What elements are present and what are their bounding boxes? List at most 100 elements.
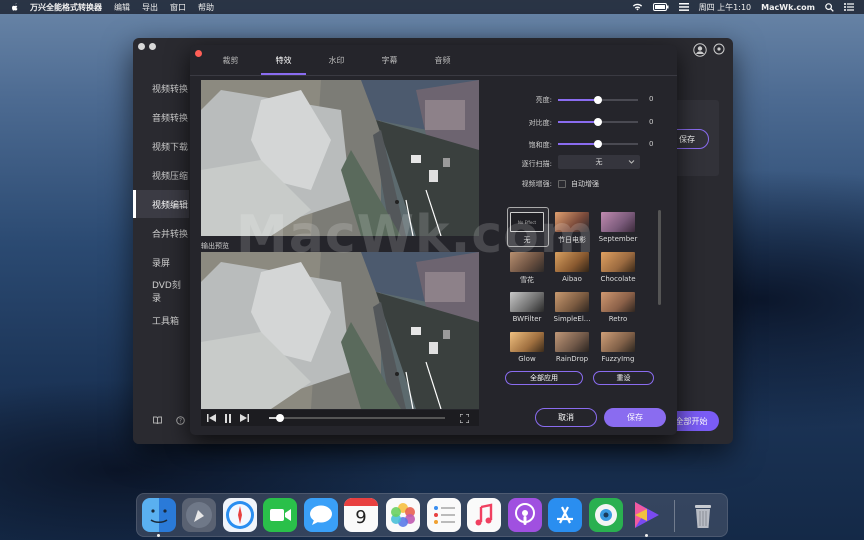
filter-holiday-movie[interactable]: 节日电影 [552,212,592,245]
tab-audio[interactable]: 音频 [416,45,469,75]
menu-export[interactable]: 导出 [142,2,158,13]
window-controls [138,43,156,50]
sidebar-item-video-download[interactable]: 视频下载 [133,132,189,160]
saturation-value: 0 [649,140,654,148]
menu-help[interactable]: 帮助 [198,2,214,13]
auto-enhance-checkbox[interactable] [558,180,566,188]
launchpad-icon[interactable] [182,498,216,532]
brightness-slider[interactable] [558,96,638,104]
podcasts-icon[interactable] [508,498,542,532]
filter-september[interactable]: September [598,212,638,243]
video-edit-dialog: 裁剪 特效 水印 字幕 音频 输出预览 亮度: 0 对比度: 0 饱和度: 0 … [190,45,677,435]
filter-list-scrollbar[interactable] [658,210,661,305]
filter-raindrop[interactable]: RainDrop [552,332,592,363]
filter-name: 无 [523,236,531,244]
camera-app-icon[interactable] [589,498,623,532]
filter-chocolate[interactable]: Chocolate [598,252,638,283]
filter-retro[interactable]: Retro [598,292,638,323]
filter-thumb [555,332,589,352]
filter-aibao[interactable]: Aibao [552,252,592,283]
menu-list-icon[interactable] [844,3,854,11]
brightness-value: 0 [649,95,654,103]
filter-thumb [510,252,544,272]
menu-site: MacWk.com [761,2,815,12]
brightness-slider-handle[interactable] [594,96,602,104]
filter-name: Aibao [562,275,582,283]
pause-icon[interactable] [224,413,232,423]
sidebar-item-video-edit[interactable]: 视频编辑 [133,190,189,218]
filter-thumb [510,292,544,312]
sidebar-item-video-convert[interactable]: 视频转换 [133,74,189,102]
filter-bwfilter[interactable]: BWFilter [507,292,547,323]
wifi-icon[interactable] [632,3,643,11]
filter-thumb [510,332,544,352]
sidebar-item-toolbox[interactable]: 工具箱 [133,306,189,334]
book-icon[interactable] [153,416,162,424]
converter-icon[interactable] [629,498,663,532]
menu-clock[interactable]: 周四 上午1:10 [699,2,752,13]
app-store-icon[interactable] [548,498,582,532]
sidebar-item-video-compress[interactable]: 视频压缩 [133,161,189,189]
control-center-icon[interactable] [678,3,689,11]
sidebar-item-merge-convert[interactable]: 合并转换 [133,219,189,247]
facetime-icon[interactable] [263,498,297,532]
playback-scrubber-handle[interactable] [276,414,284,422]
filter-simpleelegant[interactable]: SimpleEl... [552,292,592,323]
sidebar-item-audio-convert[interactable]: 音频转换 [133,103,189,131]
next-frame-icon[interactable] [240,414,249,422]
enhance-label: 视频增强: [521,180,552,188]
apply-all-button[interactable]: 全部应用 [505,371,583,385]
message-icon[interactable] [713,43,725,55]
battery-icon[interactable] [652,3,669,11]
menu-bar: 万兴全能格式转换器 编辑 导出 窗口 帮助 周四 上午1:10 MacWk.co… [0,0,864,14]
previous-frame-icon[interactable] [207,414,216,422]
playback-controls [201,410,479,426]
contrast-slider[interactable] [558,118,638,126]
filter-snowflake[interactable]: 雪花 [507,252,547,285]
playback-progress-track[interactable] [269,414,445,422]
messages-icon[interactable] [304,498,338,532]
cancel-button[interactable]: 取消 [535,408,597,427]
finder-icon[interactable] [142,498,176,532]
apple-icon[interactable] [10,2,20,12]
window-minimize-button[interactable] [149,43,156,50]
filter-thumb [601,332,635,352]
contrast-slider-handle[interactable] [594,118,602,126]
saturation-slider[interactable] [558,140,638,148]
menu-edit[interactable]: 编辑 [114,2,130,13]
dock: 9 [136,493,728,537]
window-close-button[interactable] [138,43,145,50]
menu-app-name[interactable]: 万兴全能格式转换器 [30,2,102,13]
window-top-icons [693,43,725,57]
tab-crop[interactable]: 裁剪 [204,45,257,75]
account-icon[interactable] [693,43,707,57]
help-icon[interactable]: ? [176,416,185,425]
filter-fuzzyimg[interactable]: FuzzyImg [598,332,638,363]
contrast-label: 对比度: [528,119,552,127]
saturation-slider-handle[interactable] [594,140,602,148]
deinterlace-select[interactable]: 无 [558,155,640,169]
trash-icon[interactable] [686,498,720,532]
safari-icon[interactable] [223,498,257,532]
save-button[interactable]: 保存 [604,408,666,427]
search-icon[interactable] [825,2,834,12]
filter-name: SimpleEl... [553,315,591,323]
menu-window[interactable]: 窗口 [170,2,186,13]
filter-none[interactable]: No Effect 无 [507,212,547,245]
tab-effects[interactable]: 特效 [257,45,310,75]
output-preview-label: 输出预览 [201,242,229,250]
tab-subtitle[interactable]: 字幕 [363,45,416,75]
reminders-icon[interactable] [427,498,461,532]
sidebar-item-dvd-burn[interactable]: DVD刻录 [133,277,189,305]
saturation-label: 饱和度: [528,141,552,149]
deinterlace-selected-value: 无 [595,158,603,166]
calendar-icon[interactable]: 9 [344,498,378,532]
photos-icon[interactable] [386,498,420,532]
tab-watermark[interactable]: 水印 [310,45,363,75]
filter-glow[interactable]: Glow [507,332,547,363]
sidebar-item-screen-record[interactable]: 录屏 [133,248,189,276]
reset-button[interactable]: 重设 [593,371,654,385]
fullscreen-icon[interactable] [460,414,469,423]
edit-tabs: 裁剪 特效 水印 字幕 音频 [190,45,677,75]
music-icon[interactable] [467,498,501,532]
